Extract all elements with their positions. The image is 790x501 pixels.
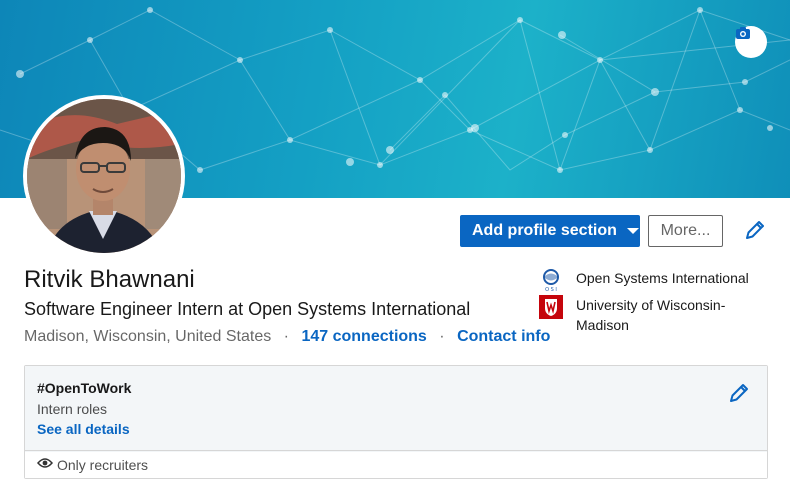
separator-dot: · xyxy=(283,328,289,345)
osi-logo-icon: O S I xyxy=(539,268,563,293)
open-to-work-card: #OpenToWork Intern roles See all details… xyxy=(24,365,768,479)
contact-info-link[interactable]: Contact info xyxy=(457,328,550,345)
svg-text:O S I: O S I xyxy=(545,287,557,292)
pencil-icon xyxy=(728,384,750,408)
visibility-row: Only recruiters xyxy=(25,452,767,478)
add-profile-section-button[interactable]: Add profile section xyxy=(460,215,640,247)
org-item-osi[interactable]: O S I Open Systems International xyxy=(539,268,756,293)
avatar xyxy=(27,99,181,253)
visibility-text: Only recruiters xyxy=(57,457,149,473)
see-all-details-link[interactable]: See all details xyxy=(37,421,130,437)
open-to-work-body: #OpenToWork Intern roles See all details xyxy=(25,366,767,451)
connections-link[interactable]: 147 connections xyxy=(301,328,426,345)
profile-meta: Madison, Wisconsin, United States · 147 … xyxy=(24,328,550,346)
org-name: Open Systems International xyxy=(576,270,749,286)
separator-dot: · xyxy=(439,328,445,345)
more-button[interactable]: More... xyxy=(648,215,723,247)
location-text: Madison, Wisconsin, United States xyxy=(24,328,272,345)
profile-photo[interactable] xyxy=(23,95,185,257)
uw-crest-icon xyxy=(539,295,563,319)
more-label: More... xyxy=(660,222,711,239)
add-profile-section-label: Add profile section xyxy=(472,222,617,239)
caret-down-icon xyxy=(626,228,639,234)
pencil-icon xyxy=(744,221,766,245)
open-to-work-roles: Intern roles xyxy=(37,401,108,417)
org-name: University of Wisconsin-Madison xyxy=(576,297,726,333)
profile-name: Ritvik Bhawnani xyxy=(24,266,195,293)
eye-icon xyxy=(37,456,53,474)
open-to-work-title: #OpenToWork xyxy=(37,380,132,396)
edit-open-to-work-button[interactable] xyxy=(728,382,750,409)
org-item-uw[interactable]: University of Wisconsin-Madison xyxy=(539,295,756,335)
edit-intro-button[interactable] xyxy=(744,219,766,246)
profile-headline: Software Engineer Intern at Open Systems… xyxy=(24,299,471,319)
edit-background-button[interactable] xyxy=(735,26,767,58)
